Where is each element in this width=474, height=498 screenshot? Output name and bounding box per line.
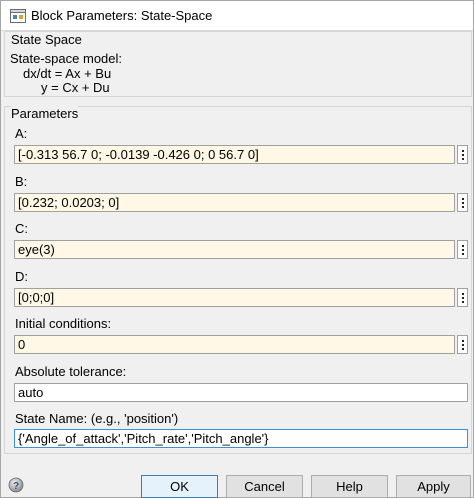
param-initial-conditions-input[interactable]: 0 <box>14 335 455 354</box>
description-line-2: dx/dt = Ax + Bu <box>23 66 112 81</box>
parameters-group-title: Parameters <box>11 106 79 121</box>
vertical-dots-icon <box>461 244 464 247</box>
description-line-1: State-space model: <box>10 51 123 66</box>
param-state-name-label: State Name: (e.g., 'position') <box>15 411 179 426</box>
param-absolute-tolerance-label: Absolute tolerance: <box>15 364 127 379</box>
description-group: State Space State-space model: dx/dt = A… <box>4 31 472 97</box>
param-a-input[interactable]: [-0.313 56.7 0; -0.0139 -0.426 0; 0 56.7… <box>14 145 455 164</box>
vertical-dots-icon <box>461 292 464 295</box>
param-initial-conditions-label: Initial conditions: <box>15 316 112 331</box>
param-a-label: A: <box>15 126 28 141</box>
help-button[interactable]: Help <box>311 475 388 498</box>
parameters-group: Parameters A: [-0.313 56.7 0; -0.0139 -0… <box>4 106 472 454</box>
param-state-name-input[interactable]: {'Angle_of_attack','Pitch_rate','Pitch_a… <box>14 429 468 448</box>
vertical-dots-icon <box>461 197 464 200</box>
apply-button[interactable]: Apply <box>396 475 471 498</box>
param-absolute-tolerance-input[interactable]: auto <box>14 383 468 402</box>
param-c-input[interactable]: eye(3) <box>14 240 455 259</box>
param-d-label: D: <box>15 269 28 284</box>
param-d-input[interactable]: [0;0;0] <box>14 288 455 307</box>
window-title: Block Parameters: State-Space <box>31 8 213 23</box>
simulink-block-icon <box>10 8 26 23</box>
vertical-dots-icon <box>461 339 464 342</box>
description-group-title: State Space <box>11 32 82 47</box>
vertical-dots-icon <box>461 149 464 152</box>
param-initial-conditions-options-button[interactable] <box>457 335 468 354</box>
svg-text:?: ? <box>13 481 19 492</box>
block-parameters-dialog: Block Parameters: State-Space State Spac… <box>0 0 474 498</box>
param-c-options-button[interactable] <box>457 240 468 259</box>
param-c-label: C: <box>15 221 28 236</box>
help-question-icon[interactable]: ? <box>8 477 24 493</box>
title-bar: Block Parameters: State-Space <box>1 1 473 30</box>
button-bar: ? OK Cancel Help Apply <box>1 471 473 498</box>
ok-button[interactable]: OK <box>141 475 218 498</box>
description-line-3: y = Cx + Du <box>41 80 110 95</box>
param-b-input[interactable]: [0.232; 0.0203; 0] <box>14 193 455 212</box>
dialog-content: State Space State-space model: dx/dt = A… <box>1 30 473 470</box>
param-b-label: B: <box>15 174 28 189</box>
cancel-button[interactable]: Cancel <box>226 475 303 498</box>
param-d-options-button[interactable] <box>457 288 468 307</box>
param-a-options-button[interactable] <box>457 145 468 164</box>
param-b-options-button[interactable] <box>457 193 468 212</box>
